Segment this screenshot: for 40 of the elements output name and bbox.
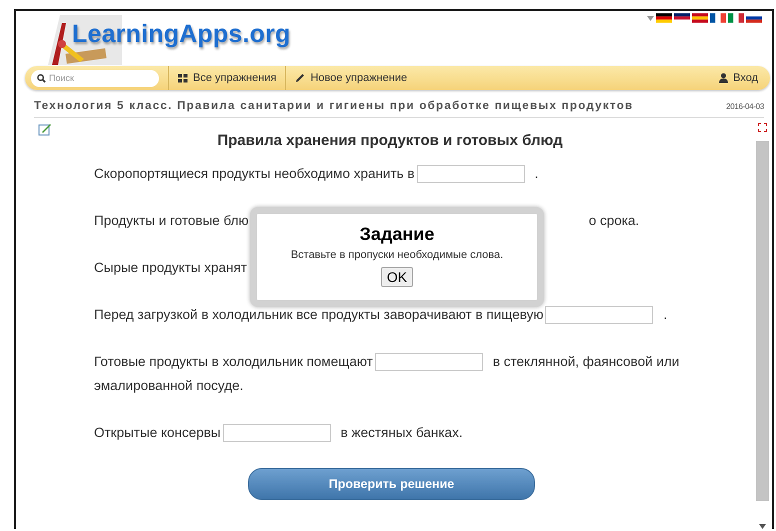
- sentence-text: Открытые консервы: [94, 424, 221, 442]
- ok-button[interactable]: OK: [380, 267, 414, 287]
- sentence-text: Готовые продукты в холодильник помещают: [94, 353, 373, 371]
- check-solution-button[interactable]: Проверить решение: [248, 468, 535, 500]
- scrollbar[interactable]: [756, 141, 769, 501]
- nav-link[interactable]: Все упражнения: [168, 66, 286, 90]
- answer-field[interactable]: [222, 424, 331, 442]
- grid-icon: [178, 74, 188, 82]
- sentence-text: .: [663, 306, 668, 324]
- page-title: Технология 5 класс. Правила санитарии и гигиены при обработке пищевых продуктов: [34, 100, 634, 112]
- nav-link[interactable]: Новое упражнение: [285, 66, 416, 90]
- answer-field[interactable]: [545, 306, 654, 324]
- sentence-text: Перед загрузкой в холодильник все продукты заворачивают в пищевую: [94, 306, 544, 324]
- sentence-text: Продукты и готовые блю: [94, 212, 249, 230]
- sentence-text: .: [534, 165, 538, 183]
- sentence-text: в жестяных банках.: [340, 424, 463, 442]
- flag-icon[interactable]: [674, 13, 690, 23]
- dialog-text: Вставьте в пропуски необходимые слова.: [290, 249, 504, 261]
- date: 2016-04-03: [726, 102, 764, 111]
- sentence-text: Скоропортящиеся продукты необходимо хранить в: [94, 165, 415, 183]
- search-icon: [37, 74, 46, 82]
- sentence-text: в стеклянной, фаянсовой или: [492, 353, 680, 371]
- logo[interactable]: LearningApps.org: [72, 20, 290, 49]
- fullscreen-icon[interactable]: [758, 123, 767, 132]
- sentence-text: о срока.: [588, 212, 640, 230]
- pencil-icon: [295, 73, 306, 83]
- flag-icon[interactable]: [656, 13, 672, 23]
- flag-icon[interactable]: [710, 13, 726, 23]
- sentence-text: эмалированной посуде.: [94, 377, 244, 395]
- dropdown-icon[interactable]: [647, 16, 654, 20]
- sentence-text: Сырые продукты хранят: [94, 259, 247, 277]
- login-link[interactable]: Вход: [719, 72, 758, 84]
- scroll-down-icon[interactable]: [759, 524, 766, 529]
- search-field[interactable]: Поиск: [31, 70, 159, 86]
- dialog-title: Задание: [360, 224, 434, 245]
- edit-note-icon[interactable]: [38, 123, 52, 136]
- answer-field[interactable]: [374, 353, 483, 372]
- answer-field[interactable]: [416, 165, 525, 184]
- user-icon: [719, 73, 728, 83]
- exercise-heading: Правила хранения продуктов и готовых блюд: [216, 132, 564, 149]
